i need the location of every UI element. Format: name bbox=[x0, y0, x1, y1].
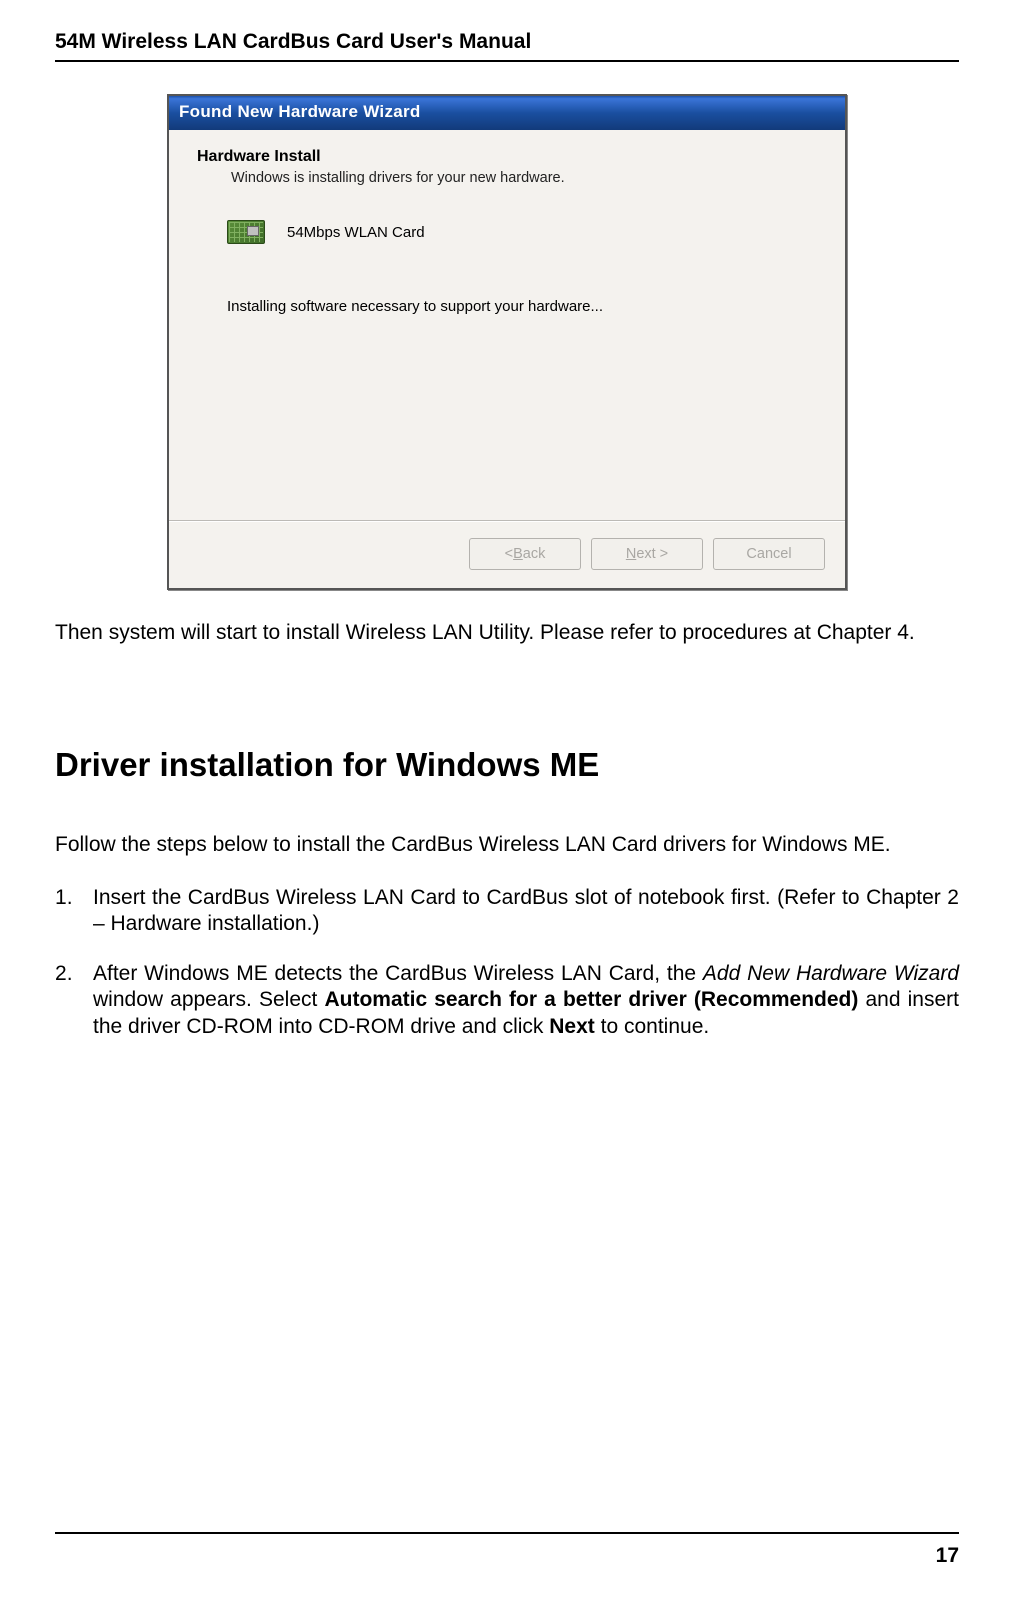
doc-footer: 17 bbox=[55, 1532, 959, 1568]
step-list: Insert the CardBus Wireless LAN Card to … bbox=[55, 885, 959, 1040]
hardware-install-heading: Hardware Install bbox=[197, 148, 817, 166]
cancel-button[interactable]: Cancel bbox=[713, 538, 825, 570]
doc-title: 54M Wireless LAN CardBus Card User's Man… bbox=[55, 30, 531, 53]
doc-header: 54M Wireless LAN CardBus Card User's Man… bbox=[55, 30, 959, 62]
back-button-underline: B bbox=[513, 546, 523, 562]
page-number: 17 bbox=[936, 1544, 959, 1567]
back-button-rest: ack bbox=[523, 546, 546, 562]
back-button-prefix: < bbox=[505, 546, 513, 562]
section-intro: Follow the steps below to install the Ca… bbox=[55, 832, 959, 858]
step-2-part1: After Windows ME detects the CardBus Wir… bbox=[93, 962, 703, 985]
post-dialog-paragraph: Then system will start to install Wirele… bbox=[55, 620, 959, 646]
next-button[interactable]: Next > bbox=[591, 538, 703, 570]
step-2-bold1: Automatic search for a better driver (Re… bbox=[324, 988, 858, 1011]
install-progress-message: Installing software necessary to support… bbox=[227, 298, 817, 315]
found-new-hardware-dialog: Found New Hardware Wizard Hardware Insta… bbox=[167, 94, 847, 590]
dialog-title: Found New Hardware Wizard bbox=[179, 102, 421, 121]
next-button-underline: N bbox=[626, 546, 636, 562]
step-1: Insert the CardBus Wireless LAN Card to … bbox=[55, 885, 959, 938]
hardware-install-subtext: Windows is installing drivers for your n… bbox=[231, 170, 817, 186]
device-row: 54Mbps WLAN Card bbox=[227, 214, 817, 250]
step-1-text: Insert the CardBus Wireless LAN Card to … bbox=[93, 886, 959, 935]
step-2-part4: to continue. bbox=[595, 1015, 709, 1038]
section-title: Driver installation for Windows ME bbox=[55, 746, 959, 784]
step-2-part2: window appears. Select bbox=[93, 988, 324, 1011]
dialog-body: Hardware Install Windows is installing d… bbox=[169, 130, 845, 520]
screenshot-container: Found New Hardware Wizard Hardware Insta… bbox=[55, 94, 959, 590]
step-2-italic: Add New Hardware Wizard bbox=[703, 962, 959, 985]
device-name: 54Mbps WLAN Card bbox=[287, 224, 425, 241]
next-button-rest: ext > bbox=[636, 546, 668, 562]
back-button[interactable]: < Back bbox=[469, 538, 581, 570]
dialog-button-row: < Back Next > Cancel bbox=[169, 522, 845, 588]
wlan-card-icon bbox=[227, 214, 269, 250]
cancel-button-label: Cancel bbox=[746, 546, 791, 562]
step-2-bold2: Next bbox=[549, 1015, 595, 1038]
dialog-titlebar: Found New Hardware Wizard bbox=[169, 96, 845, 130]
step-2: After Windows ME detects the CardBus Wir… bbox=[55, 961, 959, 1040]
